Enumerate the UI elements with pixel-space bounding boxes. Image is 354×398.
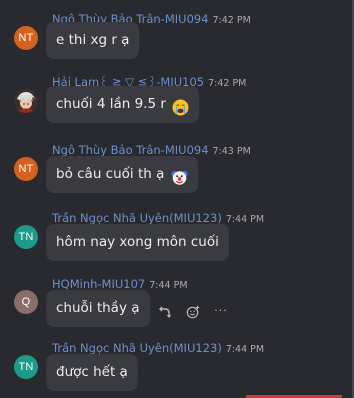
message-time: 7:44 PM [225, 214, 265, 225]
avatar[interactable]: NT [14, 26, 38, 50]
message-header: HQMinh-MIU107 7:44 PM [52, 273, 188, 291]
message-time: 7:42 PM [208, 78, 247, 89]
message-actions: ··· [158, 300, 228, 318]
react-icon[interactable] [186, 304, 200, 318]
avatar[interactable]: TN [14, 225, 38, 249]
message-text: e thi xg r ạ [56, 32, 130, 48]
clown-face-emoji [171, 164, 188, 185]
message-text: chuối 4 lần 9.5 r [56, 96, 166, 112]
avatar[interactable]: Q [14, 290, 38, 314]
message-time: 7:43 PM [212, 146, 251, 157]
message-header: Trần Ngọc Nhã Uyên(MIU123) 7:44 PM [52, 337, 264, 355]
reply-icon[interactable] [158, 304, 172, 318]
chat-message-list: Ngô Thùy Bảo Trân-MIU094 7:42 PM NT e thi… [0, 0, 354, 398]
anime-character-avatar [14, 89, 38, 113]
avatar[interactable]: TN [14, 355, 38, 379]
message-header: Ngô Thùy Bảo Trân-MIU094 7:42 PM [52, 8, 251, 26]
message-header: Hải Lam꒰ ≧ ▽ ≦꒱-MIU105 7:42 PM [52, 71, 246, 89]
message-text: chuỗi thầy ạ [56, 300, 140, 316]
message-time: 7:42 PM [212, 15, 251, 26]
message-text: được hết ạ [56, 364, 128, 380]
message-time: 7:44 PM [225, 344, 265, 355]
message-header: Ngô Thùy Bảo Trân-MIU094 7:43 PM [52, 139, 251, 157]
message-time: 7:44 PM [149, 280, 188, 291]
sender-name[interactable]: Trần Ngọc Nhã Uyên(MIU123) [52, 211, 222, 225]
crying-face-emoji [172, 94, 189, 115]
message-bubble: chuối 4 lần 9.5 r [46, 86, 200, 123]
message-header: Trần Ngọc Nhã Uyên(MIU123) 7:44 PM [52, 207, 264, 225]
message-bubble: bỏ câu cuối th ạ [46, 156, 198, 193]
message-bubble: hôm nay xong môn cuối [46, 224, 229, 261]
sender-name[interactable]: HQMinh-MIU107 [52, 277, 145, 291]
avatar[interactable]: NT [14, 157, 38, 181]
message-bubble: chuỗi thầy ạ [46, 290, 150, 327]
message-text: hôm nay xong môn cuối [56, 234, 219, 250]
sender-name[interactable]: Ngô Thùy Bảo Trân-MIU094 [52, 143, 209, 157]
avatar[interactable] [14, 89, 38, 113]
more-icon[interactable]: ··· [214, 304, 228, 317]
message-bubble: được hết ạ [46, 354, 138, 391]
sender-name[interactable]: Trần Ngọc Nhã Uyên(MIU123) [52, 341, 222, 355]
message-bubble: e thi xg r ạ [46, 22, 140, 59]
message-text: bỏ câu cuối th ạ [56, 166, 165, 182]
